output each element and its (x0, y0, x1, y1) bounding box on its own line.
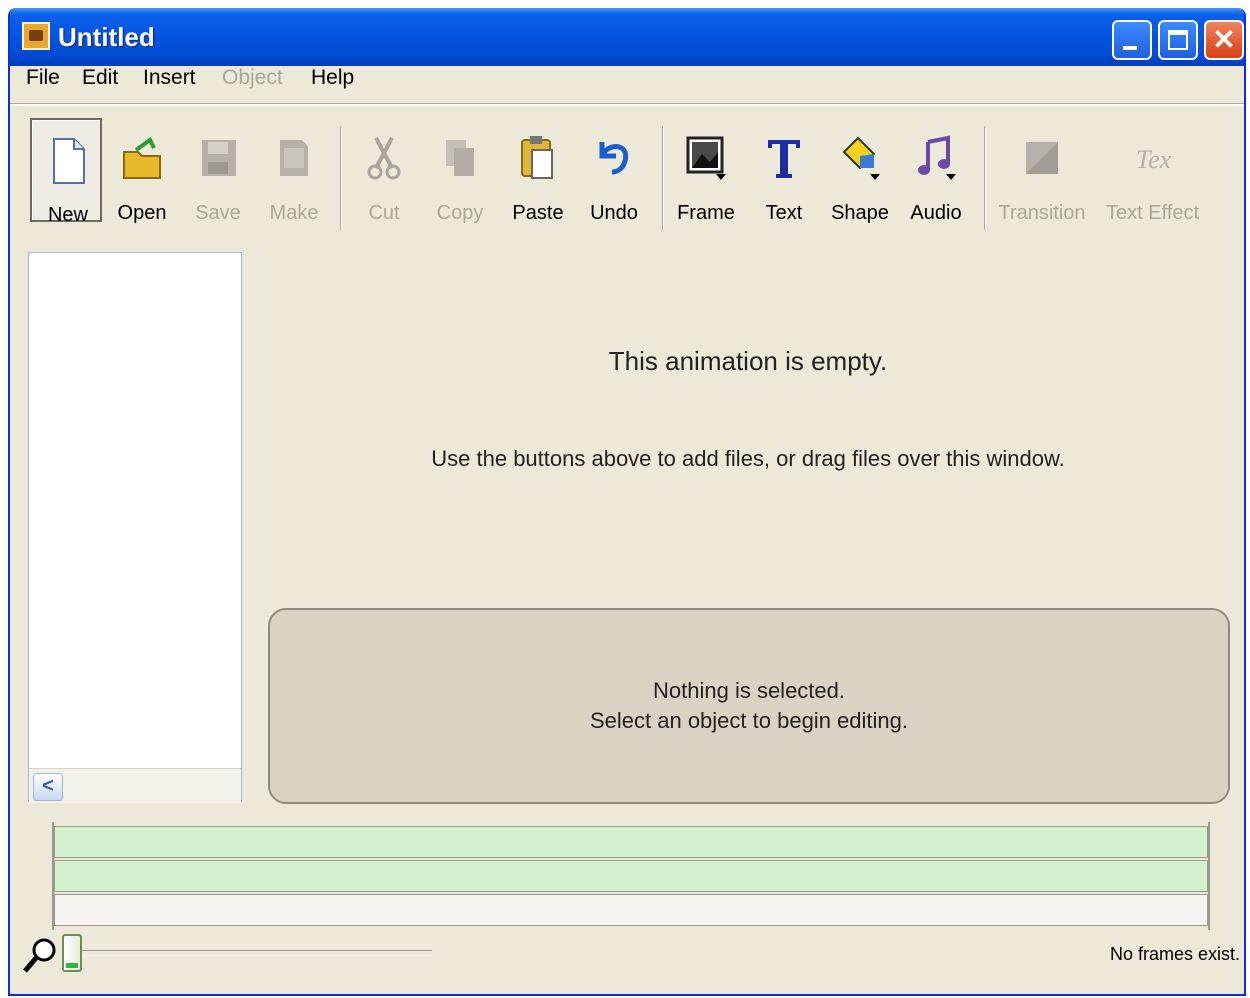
text-button[interactable]: Text (748, 118, 820, 224)
text-effect-button[interactable]: Text Text Effect (1106, 118, 1199, 224)
transition-icon (1026, 142, 1058, 174)
undo-arrow-icon (599, 142, 629, 175)
frame-picture-icon (686, 136, 726, 180)
save-disk-icon (202, 140, 236, 176)
minimize-icon (1123, 46, 1137, 50)
open-folder-icon (123, 137, 161, 179)
menu-divider (10, 103, 1244, 106)
panel-message: Nothing is selected. (653, 678, 845, 703)
menu-object[interactable]: Object (222, 66, 283, 90)
copy-button[interactable]: Copy (424, 118, 496, 224)
toolbar-separator (984, 126, 986, 230)
paste-button[interactable]: Paste (502, 118, 574, 224)
close-icon: ✕ (1212, 24, 1236, 55)
zoom-slider-track[interactable] (72, 950, 432, 956)
timeline-track[interactable] (54, 894, 1208, 926)
menu-file[interactable]: File (26, 66, 60, 90)
menu-help[interactable]: Help (311, 66, 354, 90)
empty-title: This animation is empty. (608, 346, 888, 376)
panel-hint: Select an object to begin editing. (589, 708, 908, 733)
open-button[interactable]: Open (106, 118, 178, 224)
zoom-slider-thumb[interactable] (62, 934, 82, 972)
title-bar[interactable]: Untitled ✕ (10, 8, 1244, 66)
frame-button[interactable]: Frame (670, 118, 742, 224)
save-button[interactable]: Save (182, 118, 254, 224)
new-button[interactable]: New (30, 118, 102, 226)
maximize-icon (1168, 30, 1188, 50)
cut-button[interactable]: Cut (348, 118, 420, 224)
audio-button[interactable]: Audio (900, 118, 972, 224)
timeline-track[interactable] (54, 826, 1208, 858)
menu-insert[interactable]: Insert (143, 66, 196, 90)
menu-edit[interactable]: Edit (82, 66, 118, 90)
make-icon (280, 140, 308, 176)
file-list[interactable] (28, 252, 242, 802)
timeline-track[interactable] (54, 860, 1208, 892)
music-note-icon (918, 135, 956, 180)
empty-hint: Use the buttons above to add files, or d… (431, 446, 1065, 471)
transition-button[interactable]: Transition (998, 118, 1086, 224)
timeline[interactable] (52, 822, 1210, 930)
make-button[interactable]: Make (258, 118, 330, 224)
text-T-icon (768, 140, 800, 178)
shape-icon (842, 136, 880, 180)
copy-icon (446, 140, 474, 176)
undo-button[interactable]: Undo (578, 118, 650, 224)
horizontal-scrollbar[interactable]: < (29, 768, 241, 803)
minimize-button[interactable] (1112, 20, 1152, 60)
properties-panel: Nothing is selected. Select an object to… (268, 608, 1230, 804)
scroll-left-icon[interactable]: < (33, 773, 63, 801)
close-button[interactable]: ✕ (1204, 20, 1244, 60)
scissors-icon (367, 137, 401, 180)
window-title: Untitled (58, 22, 155, 52)
clipboard-icon (521, 136, 553, 179)
shape-button[interactable]: Shape (824, 118, 896, 224)
app-icon (22, 22, 50, 50)
text-effect-icon: Text (1136, 145, 1172, 174)
new-document-icon (53, 138, 85, 184)
maximize-button[interactable] (1158, 20, 1198, 60)
zoom-magnifier-icon (23, 938, 56, 973)
svg-text:Text: Text (1136, 145, 1172, 174)
status-text: No frames exist. (1109, 944, 1240, 964)
